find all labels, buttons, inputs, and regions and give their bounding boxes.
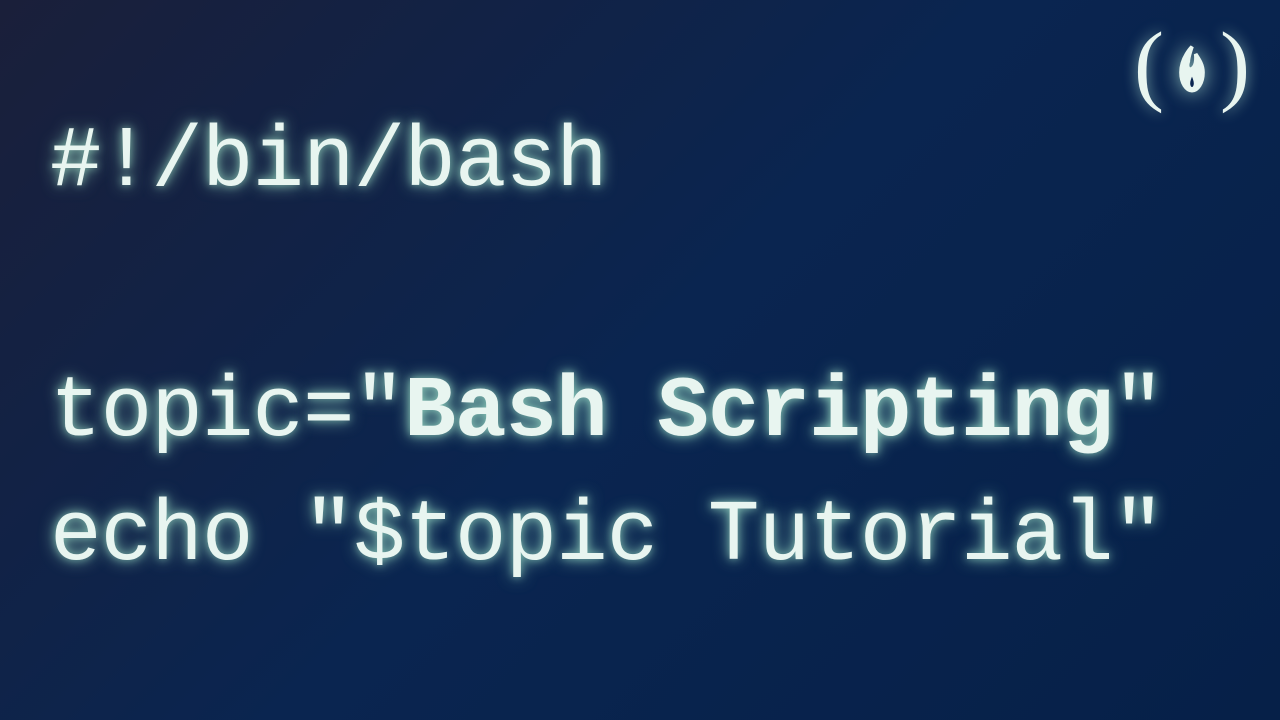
assignment-prefix: topic="	[50, 363, 404, 461]
blank-line	[50, 225, 1230, 350]
flame-icon	[1170, 36, 1214, 94]
echo-line: echo "$topic Tutorial"	[50, 474, 1230, 599]
assignment-suffix: "	[1113, 363, 1164, 461]
left-paren: (	[1134, 20, 1164, 110]
variable-assignment-line: topic="Bash Scripting"	[50, 350, 1230, 475]
shebang-line: #!/bin/bash	[50, 100, 1230, 225]
right-paren: )	[1220, 20, 1250, 110]
topic-value: Bash Scripting	[404, 363, 1113, 461]
code-block: #!/bin/bash topic="Bash Scripting" echo …	[0, 0, 1280, 599]
freecodecamp-logo: ( )	[1134, 20, 1250, 110]
